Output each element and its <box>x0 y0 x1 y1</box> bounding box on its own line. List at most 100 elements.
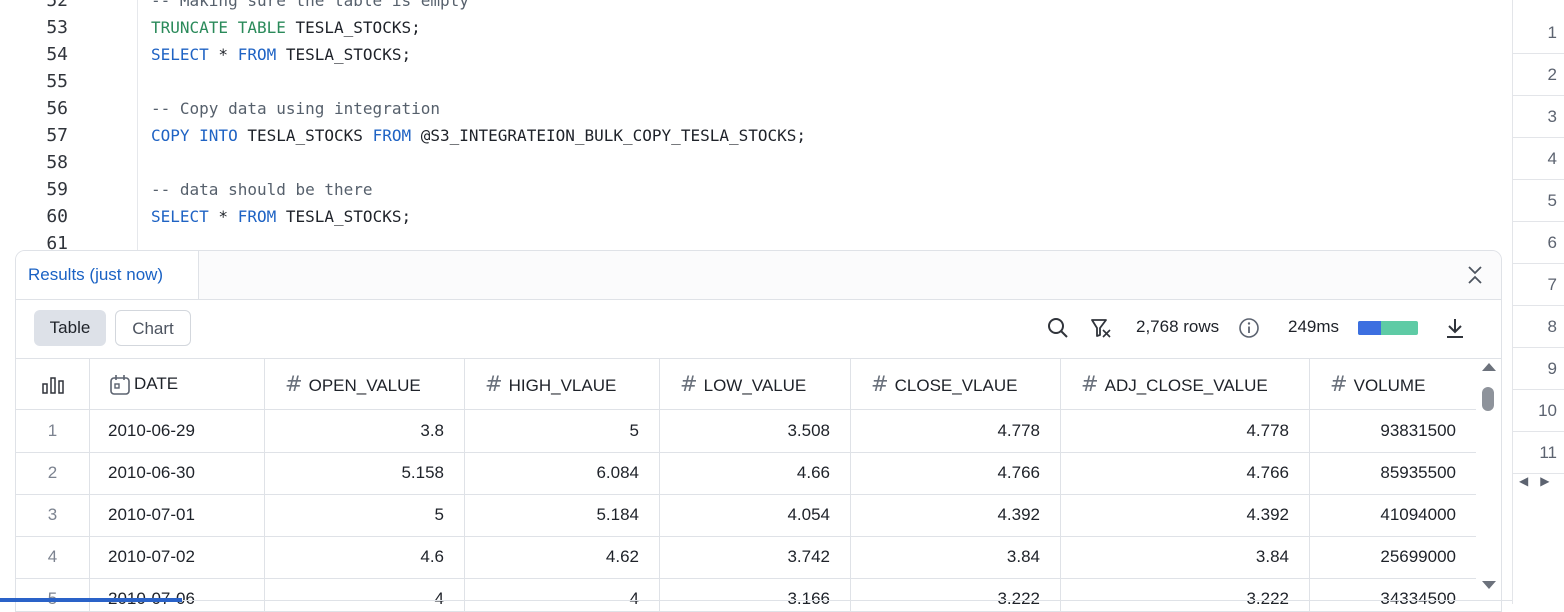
cell-low-value[interactable]: 3.166 <box>660 578 851 611</box>
cell-open-value[interactable]: 5 <box>265 494 465 536</box>
cell-date[interactable]: 2010-07-02 <box>90 536 265 578</box>
cell-high-value[interactable]: 6.084 <box>465 452 660 494</box>
cell-adj-close-value[interactable]: 3.84 <box>1061 536 1310 578</box>
code-line[interactable]: 54 SELECT * FROM TESLA_STOCKS; <box>0 41 1500 68</box>
table-row[interactable]: 1 2010-06-29 3.8 5 3.508 4.778 4.778 93831500 <box>16 410 1476 453</box>
cell-close-value[interactable]: 3.222 <box>851 578 1061 611</box>
search-icon[interactable] <box>1046 316 1070 340</box>
code-line[interactable]: 55 <box>0 68 1500 95</box>
cell-volume[interactable]: 25699000 <box>1310 536 1476 578</box>
cell-volume[interactable]: 41094000 <box>1310 494 1476 536</box>
column-header-volume[interactable]: # VOLUME <box>1310 359 1476 409</box>
side-row-number: 7 <box>1513 264 1564 306</box>
row-index: 5 <box>16 578 90 611</box>
column-header-label: ADJ_CLOSE_VALUE <box>1104 376 1268 395</box>
chart-view-button[interactable]: Chart <box>115 310 191 346</box>
column-header-date[interactable]: DATE <box>90 359 265 409</box>
side-row-panel: ◀▶ 1 2 3 4 5 6 7 8 9 10 11 <box>1512 0 1564 604</box>
code-text: SELECT * FROM TESLA_STOCKS; <box>151 41 411 68</box>
code-token: * <box>208 45 238 64</box>
code-line[interactable]: 53 TRUNCATE TABLE TESLA_STOCKS; <box>0 14 1500 41</box>
cell-adj-close-value[interactable]: 3.222 <box>1061 578 1310 611</box>
line-number: 52 <box>46 0 68 11</box>
code-line[interactable]: 58 <box>0 149 1500 176</box>
side-row-number: 1 <box>1513 12 1564 54</box>
code-line[interactable]: 59 -- data should be there <box>0 176 1500 203</box>
column-header-open-value[interactable]: # OPEN_VALUE <box>265 359 465 409</box>
download-icon[interactable] <box>1443 316 1467 340</box>
code-token: TESLA_STOCKS; <box>276 45 412 64</box>
cell-high-value[interactable]: 5 <box>465 410 660 452</box>
table-row[interactable]: 3 2010-07-01 5 5.184 4.054 4.392 4.392 41094000 <box>16 494 1476 537</box>
cell-volume[interactable]: 93831500 <box>1310 410 1476 452</box>
table-view-button[interactable]: Table <box>34 310 106 346</box>
cell-adj-close-value[interactable]: 4.778 <box>1061 410 1310 452</box>
cell-high-value[interactable]: 4.62 <box>465 536 660 578</box>
numeric-type-icon: # <box>485 372 503 396</box>
cell-date[interactable]: 2010-06-29 <box>90 410 265 452</box>
scroll-down-arrow[interactable] <box>1482 581 1496 589</box>
code-token: TESLA_STOCKS; <box>276 207 412 226</box>
column-header-low-value[interactable]: # LOW_VALUE <box>660 359 851 409</box>
side-row-number: 3 <box>1513 96 1564 138</box>
cell-low-value[interactable]: 3.508 <box>660 410 851 452</box>
cell-open-value[interactable]: 5.158 <box>265 452 465 494</box>
code-line[interactable]: 56 -- Copy data using integration <box>0 95 1500 122</box>
scroll-thumb[interactable] <box>1482 387 1494 411</box>
column-header-adj-close-value[interactable]: # ADJ_CLOSE_VALUE <box>1061 359 1310 409</box>
results-tab[interactable]: Results (just now) <box>16 251 199 299</box>
numeric-type-icon: # <box>1330 372 1348 396</box>
cell-date[interactable]: 2010-07-01 <box>90 494 265 536</box>
cell-close-value[interactable]: 3.84 <box>851 536 1061 578</box>
horizontal-scroll-arrows[interactable]: ◀▶ <box>1519 474 1561 488</box>
cell-low-value[interactable]: 3.742 <box>660 536 851 578</box>
code-token: TESLA_STOCKS <box>237 126 373 145</box>
table-row[interactable]: 2 2010-06-30 5.158 6.084 4.66 4.766 4.766 85935… <box>16 452 1476 495</box>
vertical-scrollbar[interactable] <box>1478 359 1500 591</box>
side-row-number: 2 <box>1513 54 1564 96</box>
cell-date[interactable]: 2010-06-30 <box>90 452 265 494</box>
table-row[interactable]: 4 2010-07-02 4.6 4.62 3.742 3.84 3.84 25699000 <box>16 536 1476 579</box>
sql-editor[interactable]: 52 -- Making sure the table is empty 53 TRU… <box>0 0 1512 262</box>
results-table: DATE # OPEN_VALUE # HIGH_VLAUE # LOW_VALUE … <box>16 359 1476 611</box>
cell-open-value[interactable]: 4.6 <box>265 536 465 578</box>
cell-date[interactable]: 2010-07-06 <box>90 578 265 611</box>
side-row-number: 10 <box>1513 390 1564 432</box>
info-icon[interactable] <box>1238 317 1260 339</box>
cell-volume[interactable]: 85935500 <box>1310 452 1476 494</box>
cell-close-value[interactable]: 4.392 <box>851 494 1061 536</box>
cell-adj-close-value[interactable]: 4.392 <box>1061 494 1310 536</box>
side-row-number: 11 <box>1513 432 1564 474</box>
code-keyword: COPY INTO <box>151 126 238 145</box>
code-line[interactable]: 60 SELECT * FROM TESLA_STOCKS; <box>0 203 1500 230</box>
cell-low-value[interactable]: 4.054 <box>660 494 851 536</box>
code-line[interactable]: 57 COPY INTO TESLA_STOCKS FROM @S3_INTEGR… <box>0 122 1500 149</box>
code-keyword: SELECT <box>151 207 209 226</box>
cell-open-value[interactable]: 3.8 <box>265 410 465 452</box>
cell-volume[interactable]: 34334500 <box>1310 578 1476 611</box>
code-line[interactable]: 52 -- Making sure the table is empty <box>0 0 1500 14</box>
collapse-icon[interactable] <box>1463 263 1487 287</box>
cell-close-value[interactable]: 4.766 <box>851 452 1061 494</box>
cell-adj-close-value[interactable]: 4.766 <box>1061 452 1310 494</box>
line-number: 55 <box>46 71 68 92</box>
column-header-label: LOW_VALUE <box>703 376 807 395</box>
cell-low-value[interactable]: 4.66 <box>660 452 851 494</box>
cell-close-value[interactable]: 4.778 <box>851 410 1061 452</box>
column-stats-toggle[interactable] <box>16 359 90 409</box>
cell-high-value[interactable]: 5.184 <box>465 494 660 536</box>
active-tab-indicator <box>0 598 182 602</box>
line-number: 58 <box>46 152 68 173</box>
row-index: 3 <box>16 494 90 536</box>
column-header-label: DATE <box>134 374 179 393</box>
filter-icon[interactable] <box>1089 316 1113 340</box>
table-row[interactable]: 52010-07-06443.1663.2223.22234334500 <box>16 578 1476 611</box>
scroll-up-arrow[interactable] <box>1482 363 1496 371</box>
code-text: -- Making sure the table is empty <box>151 0 469 14</box>
column-header-high-value[interactable]: # HIGH_VLAUE <box>465 359 660 409</box>
column-header-label: VOLUME <box>1353 376 1426 395</box>
cell-high-value[interactable]: 4 <box>465 578 660 611</box>
query-duration: 249ms <box>1288 317 1340 336</box>
column-header-close-value[interactable]: # CLOSE_VLAUE <box>851 359 1061 409</box>
cell-open-value[interactable]: 4 <box>265 578 465 611</box>
